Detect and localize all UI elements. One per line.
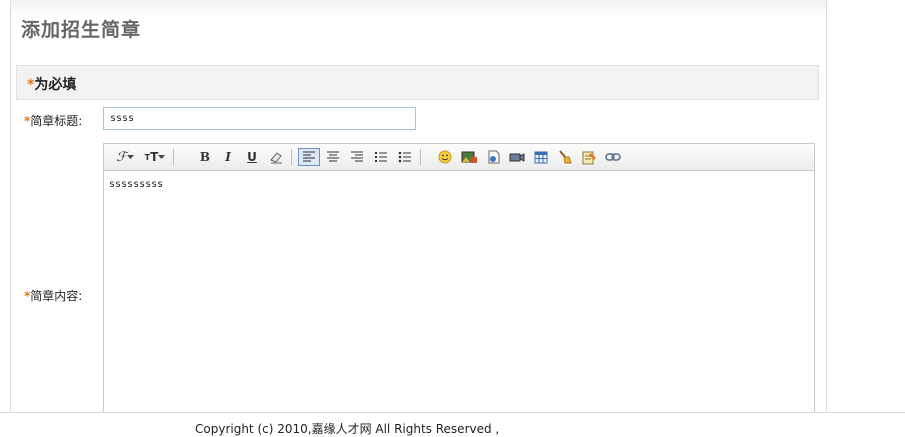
align-left-icon [303, 151, 315, 162]
align-left-button[interactable] [298, 148, 320, 166]
insert-flash-button[interactable] [484, 148, 502, 166]
font-size-button[interactable]: T T [142, 148, 168, 166]
title-field-label: *简章标题: [24, 114, 83, 128]
footer: Copyright (c) 2010,嘉缘人才网 All Rights Rese… [0, 412, 905, 436]
insert-table-button[interactable] [532, 148, 550, 166]
broom-icon [559, 150, 572, 164]
font-family-button[interactable]: ℱ [113, 148, 137, 166]
align-right-button[interactable] [348, 148, 366, 166]
eraser-icon [270, 152, 282, 164]
unordered-list-icon [398, 151, 411, 163]
underline-button[interactable]: U [243, 148, 261, 166]
media-icon [509, 153, 525, 162]
insert-media-button[interactable] [508, 148, 526, 166]
page-title: 添加招生简章 [21, 19, 142, 41]
notepad-icon [582, 151, 596, 164]
insert-image-button[interactable] [460, 148, 478, 166]
ordered-list-icon [375, 152, 387, 162]
toolbar-separator [291, 149, 292, 165]
flash-icon [488, 150, 500, 164]
dropdown-arrow-icon [126, 155, 134, 159]
emoticon-button[interactable] [436, 148, 454, 166]
editor-content-area[interactable]: sssssssss [104, 171, 814, 198]
toolbar-separator [420, 149, 421, 165]
dropdown-arrow-icon [158, 155, 166, 159]
smiley-icon [438, 150, 452, 164]
italic-button[interactable]: I [219, 148, 237, 166]
bold-button[interactable]: B [196, 148, 214, 166]
clear-html-button[interactable] [556, 148, 574, 166]
image-icon [461, 151, 477, 163]
align-center-button[interactable] [324, 148, 342, 166]
required-notice-bar: *为必填 [16, 65, 819, 100]
content-field-label: *简章内容: [24, 289, 83, 303]
paste-word-button[interactable] [580, 148, 598, 166]
table-icon [534, 151, 548, 163]
align-center-icon [327, 151, 339, 162]
clear-format-button[interactable] [267, 148, 285, 166]
ordered-list-button[interactable] [372, 148, 390, 166]
align-right-icon [351, 151, 363, 162]
link-icon [605, 153, 621, 161]
rich-text-editor: ℱ T T B I U sssssssss [103, 143, 815, 415]
toolbar-separator [173, 149, 174, 165]
editor-toolbar: ℱ T T B I U [104, 144, 814, 171]
title-input[interactable] [103, 107, 416, 130]
copyright-text: Copyright (c) 2010,嘉缘人才网 All Rights Rese… [195, 422, 500, 436]
required-notice-text: 为必填 [34, 77, 77, 93]
unordered-list-button[interactable] [396, 148, 414, 166]
insert-link-button[interactable] [604, 148, 622, 166]
